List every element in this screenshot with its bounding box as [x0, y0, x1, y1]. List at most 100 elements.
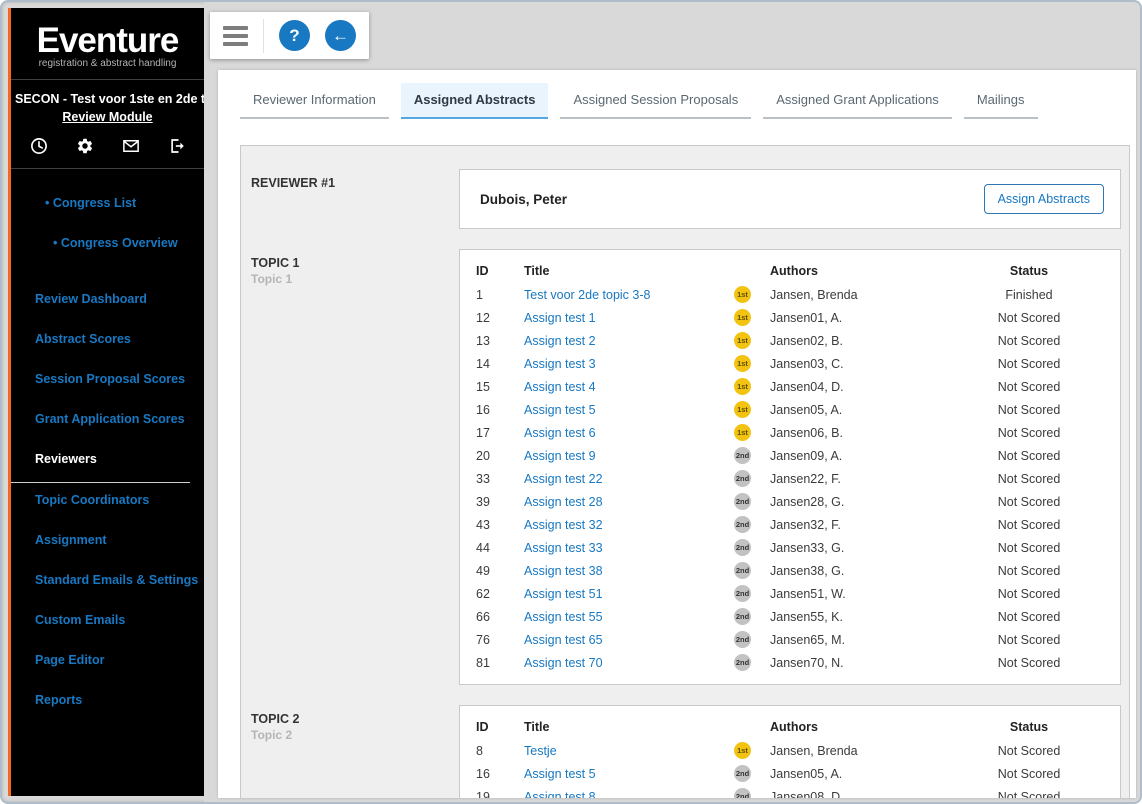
abstract-title-link[interactable]: Assign test 32	[524, 518, 603, 532]
topic-section-topic-2: TOPIC 2 Topic 2 ID Title Authors Status …	[251, 705, 1129, 798]
tab-reviewer-information[interactable]: Reviewer Information	[240, 83, 389, 119]
tab-assigned-grant-applications[interactable]: Assigned Grant Applications	[763, 83, 952, 119]
tab-assigned-session-proposals[interactable]: Assigned Session Proposals	[560, 83, 751, 119]
tab-bar: Reviewer Information Assigned Abstracts As…	[218, 70, 1136, 119]
sidebar-icon-row	[11, 137, 204, 155]
abstract-row: 13 Assign test 2 1st Jansen02, B. Not Sc…	[460, 329, 1120, 352]
abstract-authors: Jansen03, C.	[770, 357, 954, 371]
assign-abstracts-button[interactable]: Assign Abstracts	[984, 184, 1104, 214]
review-round-badge: 1st	[734, 742, 751, 759]
abstract-row: 66 Assign test 55 2nd Jansen55, K. Not S…	[460, 605, 1120, 628]
abstract-title-link[interactable]: Assign test 8	[524, 790, 596, 799]
abstract-authors: Jansen09, A.	[770, 449, 954, 463]
abstract-authors: Jansen22, F.	[770, 472, 954, 486]
col-header-status: Status	[954, 264, 1104, 278]
abstract-title-link[interactable]: Assign test 6	[524, 426, 596, 440]
abstract-id: 66	[476, 610, 524, 624]
abstract-authors: Jansen05, A.	[770, 403, 954, 417]
review-round-badge: 1st	[734, 355, 751, 372]
sidebar-item-reports[interactable]: Reports	[11, 692, 204, 708]
sidebar-item-topic-coordinators[interactable]: Topic Coordinators	[11, 492, 204, 508]
review-round-badge: 2nd	[734, 654, 751, 671]
sidebar-item-session-proposal-scores[interactable]: Session Proposal Scores	[11, 371, 204, 387]
abstract-row: 17 Assign test 6 1st Jansen06, B. Not Sc…	[460, 421, 1120, 444]
abstract-title-link[interactable]: Assign test 9	[524, 449, 596, 463]
abstract-status: Not Scored	[954, 380, 1104, 394]
abstract-title-link[interactable]: Assign test 33	[524, 541, 603, 555]
tab-mailings[interactable]: Mailings	[964, 83, 1038, 119]
back-button[interactable]: ←	[325, 20, 356, 51]
sidebar-item-reviewers[interactable]: Reviewers	[11, 451, 190, 483]
sidebar-item-congress-overview[interactable]: • Congress Overview	[11, 235, 204, 251]
abstract-id: 1	[476, 288, 524, 302]
abstract-status: Not Scored	[954, 334, 1104, 348]
menu-icon[interactable]	[223, 26, 248, 46]
clock-icon[interactable]	[30, 137, 48, 155]
abstract-row: 19 Assign test 8 2nd Jansen08, D. Not Sc…	[460, 785, 1120, 798]
abstract-status: Not Scored	[954, 541, 1104, 555]
mail-icon[interactable]	[122, 137, 140, 155]
abstract-title-link[interactable]: Assign test 3	[524, 357, 596, 371]
abstract-authors: Jansen38, G.	[770, 564, 954, 578]
sidebar-item-review-dashboard[interactable]: Review Dashboard	[11, 291, 204, 307]
review-round-badge: 2nd	[734, 585, 751, 602]
topic-label-col: TOPIC 2 Topic 2	[251, 705, 459, 798]
abstract-title-link[interactable]: Assign test 22	[524, 472, 603, 486]
settings-gear-icon[interactable]	[76, 137, 94, 155]
abstract-title-link[interactable]: Testje	[524, 744, 557, 758]
abstract-id: 13	[476, 334, 524, 348]
review-round-badge: 2nd	[734, 447, 751, 464]
abstract-authors: Jansen08, D.	[770, 790, 954, 799]
topic-sublabel: Topic 2	[251, 728, 459, 742]
sidebar-item-assignment[interactable]: Assignment	[11, 532, 204, 548]
sidebar-item-grant-application-scores[interactable]: Grant Application Scores	[11, 411, 204, 427]
sidebar-item-congress-list[interactable]: • Congress List	[11, 195, 204, 211]
review-round-badge: 2nd	[734, 765, 751, 782]
abstract-title-link[interactable]: Assign test 65	[524, 633, 603, 647]
abstract-id: 49	[476, 564, 524, 578]
review-module-link[interactable]: Review Module	[11, 110, 204, 124]
abstract-title-link[interactable]: Assign test 51	[524, 587, 603, 601]
tab-assigned-abstracts[interactable]: Assigned Abstracts	[401, 83, 549, 119]
abstract-status: Not Scored	[954, 790, 1104, 799]
congress-title: SECON - Test voor 1ste en 2de top...	[11, 92, 204, 107]
sidebar-item-page-editor[interactable]: Page Editor	[11, 652, 204, 668]
abstracts-table: ID Title Authors Status 1 Test voor 2de …	[459, 249, 1121, 685]
abstract-id: 12	[476, 311, 524, 325]
col-header-title: Title	[524, 264, 734, 278]
abstract-id: 16	[476, 767, 524, 781]
abstract-title-link[interactable]: Assign test 2	[524, 334, 596, 348]
content-panel: Reviewer Information Assigned Abstracts As…	[218, 70, 1136, 798]
review-round-badge: 1st	[734, 286, 751, 303]
logo-tagline: registration & abstract handling	[11, 58, 204, 69]
abstract-title-link[interactable]: Assign test 70	[524, 656, 603, 670]
col-header-id: ID	[476, 720, 524, 734]
sidebar-nav: • Congress List • Congress Overview Review…	[11, 195, 204, 708]
abstract-title-link[interactable]: Assign test 1	[524, 311, 596, 325]
help-button[interactable]: ?	[279, 20, 310, 51]
abstract-title-link[interactable]: Assign test 5	[524, 767, 596, 781]
abstract-status: Not Scored	[954, 357, 1104, 371]
abstract-title-link[interactable]: Assign test 5	[524, 403, 596, 417]
abstract-title-link[interactable]: Assign test 4	[524, 380, 596, 394]
abstract-title-link[interactable]: Assign test 38	[524, 564, 603, 578]
abstract-title-link[interactable]: Assign test 28	[524, 495, 603, 509]
abstract-status: Not Scored	[954, 449, 1104, 463]
sidebar-item-abstract-scores[interactable]: Abstract Scores	[11, 331, 204, 347]
sidebar-item-standard-emails-settings[interactable]: Standard Emails & Settings	[11, 572, 204, 588]
sidebar: Eventure registration & abstract handlin…	[8, 8, 204, 796]
abstract-row: 12 Assign test 1 1st Jansen01, A. Not Sc…	[460, 306, 1120, 329]
abstract-authors: Jansen51, W.	[770, 587, 954, 601]
abstract-title-link[interactable]: Assign test 55	[524, 610, 603, 624]
reviewer-content: REVIEWER #1 Dubois, Peter Assign Abstrac…	[240, 145, 1130, 798]
logout-icon[interactable]	[168, 137, 186, 155]
abstract-id: 15	[476, 380, 524, 394]
review-round-badge: 2nd	[734, 562, 751, 579]
sidebar-item-custom-emails[interactable]: Custom Emails	[11, 612, 204, 628]
abstract-title-link[interactable]: Test voor 2de topic 3-8	[524, 288, 650, 302]
abstract-row: 44 Assign test 33 2nd Jansen33, G. Not S…	[460, 536, 1120, 559]
reviewer-card: Dubois, Peter Assign Abstracts	[459, 169, 1121, 229]
review-round-badge: 2nd	[734, 539, 751, 556]
abstract-authors: Jansen02, B.	[770, 334, 954, 348]
col-header-title: Title	[524, 720, 734, 734]
